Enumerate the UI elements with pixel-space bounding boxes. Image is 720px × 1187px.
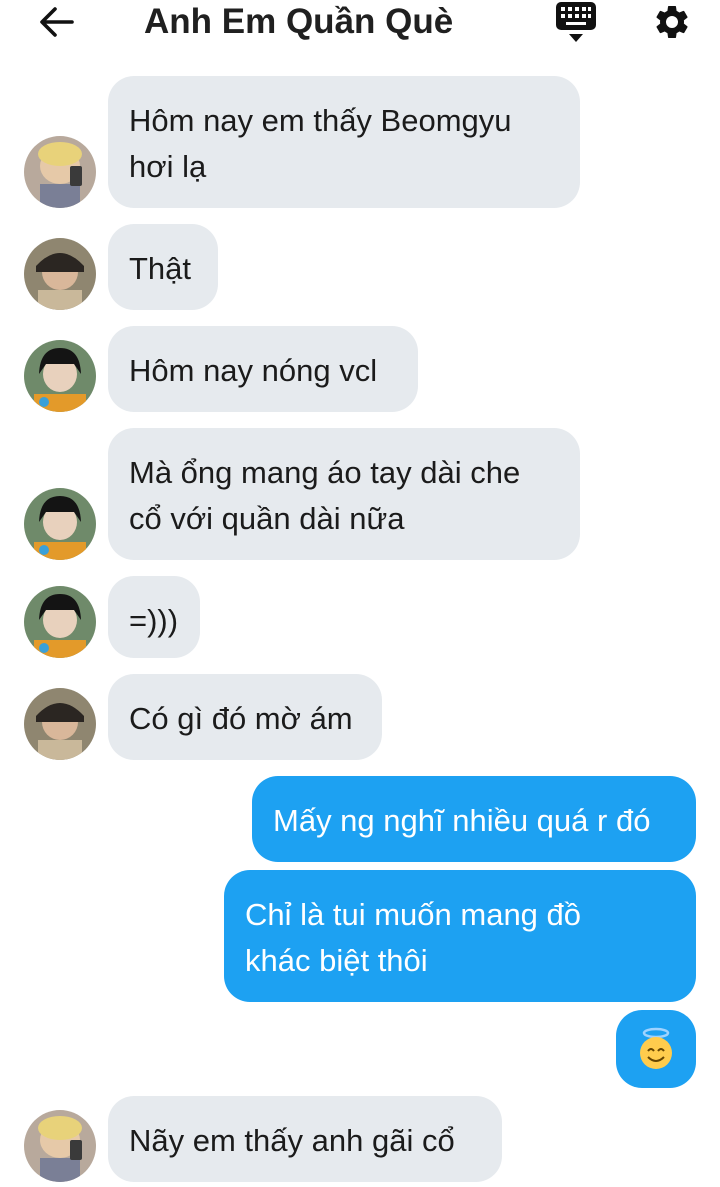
emoji-bubble[interactable]: 😇 bbox=[616, 1010, 696, 1088]
message-bubble[interactable]: Hôm nay em thấy Beomgyu hơi lạ bbox=[108, 76, 580, 208]
message-bubble[interactable]: =))) bbox=[108, 576, 200, 658]
message-bubble[interactable]: Mà ổng mang áo tay dài che cổ với quần d… bbox=[108, 428, 580, 560]
message-bubble[interactable]: Có gì đó mờ ám bbox=[108, 674, 382, 760]
avatar-dark-hair[interactable] bbox=[24, 488, 96, 560]
conversation-title: Anh Em Quần Què bbox=[144, 2, 454, 41]
keyboard-button[interactable] bbox=[552, 0, 600, 46]
avatar-dark-hat[interactable] bbox=[24, 238, 96, 310]
message-bubble[interactable]: Chỉ là tui muốn mang đồ khác biệt thôi bbox=[224, 870, 696, 1002]
chat-header: Anh Em Quần Què bbox=[0, 0, 720, 48]
avatar-blond[interactable] bbox=[24, 1110, 96, 1182]
avatar-dark-hair[interactable] bbox=[24, 340, 96, 412]
settings-button[interactable] bbox=[648, 0, 696, 44]
keyboard-icon bbox=[556, 2, 596, 42]
message-bubble[interactable]: Hôm nay nóng vcl bbox=[108, 326, 418, 412]
message-bubble[interactable]: Mấy ng nghĩ nhiều quá r đó bbox=[252, 776, 696, 862]
avatar-blond[interactable] bbox=[24, 136, 96, 208]
back-button[interactable] bbox=[34, 2, 78, 42]
message-bubble[interactable]: Thật bbox=[108, 224, 218, 310]
arrow-left-icon bbox=[40, 7, 74, 37]
avatar-dark-hat[interactable] bbox=[24, 688, 96, 760]
avatar-dark-hair[interactable] bbox=[24, 586, 96, 658]
message-bubble[interactable]: Nãy em thấy anh gãi cổ bbox=[108, 1096, 502, 1182]
gear-icon bbox=[656, 5, 688, 38]
